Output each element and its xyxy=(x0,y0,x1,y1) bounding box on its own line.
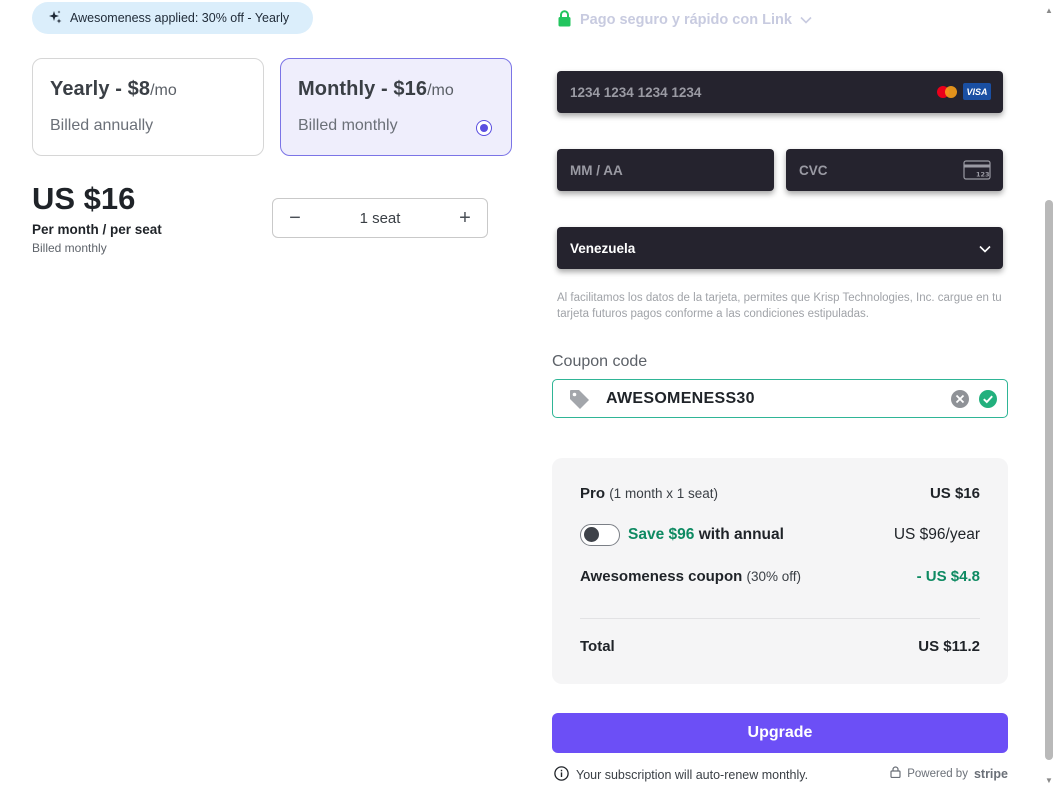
coupon-code-value: AWESOMENESS30 xyxy=(606,390,755,407)
price-amount: US $16 xyxy=(32,181,136,216)
stripe-logo: stripe xyxy=(973,766,1008,781)
pro-label: Pro xyxy=(580,485,606,502)
info-icon xyxy=(554,766,569,784)
summary-row-total: Total US $11.2 xyxy=(580,638,980,655)
country-select[interactable]: Venezuela xyxy=(557,227,1003,269)
total-price: US $11.2 xyxy=(918,638,980,655)
promo-text: Awesomeness applied: 30% off - Yearly xyxy=(70,11,290,25)
coupon-label: Coupon code xyxy=(552,353,648,370)
country-value: Venezuela xyxy=(570,240,636,256)
auto-renew-note: Your subscription will auto-renew monthl… xyxy=(554,766,808,784)
clear-icon[interactable] xyxy=(951,390,969,413)
coupon-input[interactable]: AWESOMENESS30 xyxy=(552,379,1008,418)
upgrade-button[interactable]: Upgrade xyxy=(552,713,1008,753)
total-label: Total xyxy=(580,638,615,655)
save-text: with annual xyxy=(698,526,784,543)
coupon-line-label: Awesomeness coupon xyxy=(580,568,743,585)
mastercard-icon xyxy=(937,85,957,98)
visa-icon: VISA xyxy=(963,83,991,100)
plan-title: Yearly - $8 xyxy=(50,78,151,100)
promo-banner: Awesomeness applied: 30% off - Yearly xyxy=(32,2,313,34)
save-highlight: Save $96 xyxy=(628,526,695,543)
annual-toggle[interactable] xyxy=(580,524,620,546)
lock-icon xyxy=(890,766,901,781)
seat-increment-button[interactable]: + xyxy=(455,208,475,228)
summary-divider xyxy=(580,618,980,619)
price-per-seat: Per month / per seat xyxy=(32,222,162,237)
scroll-up-icon[interactable]: ▲ xyxy=(1045,6,1053,15)
plan-title: Monthly - $16 xyxy=(298,78,428,100)
plan-card-yearly[interactable]: Yearly - $8/mo Billed annually xyxy=(32,58,264,156)
plan-subtitle: Billed monthly xyxy=(298,117,398,134)
order-summary: Pro (1 month x 1 seat) US $16 Save $96 w… xyxy=(552,458,1008,684)
auto-renew-text: Your subscription will auto-renew monthl… xyxy=(576,768,809,782)
expiry-placeholder: MM / AA xyxy=(570,162,623,178)
sparkle-icon xyxy=(48,10,62,27)
pro-price: US $16 xyxy=(929,485,980,502)
price-billed-note: Billed monthly xyxy=(32,241,107,255)
seat-stepper: − 1 seat + xyxy=(272,198,488,238)
coupon-discount: - US $4.8 xyxy=(916,568,980,585)
scroll-down-icon[interactable]: ▼ xyxy=(1045,776,1053,785)
cvc-placeholder: CVC xyxy=(799,162,828,178)
card-authorization-notice: Al facilitamos los datos de la tarjeta, … xyxy=(557,292,1002,320)
plan-card-monthly[interactable]: Monthly - $16/mo Billed monthly xyxy=(280,58,512,156)
plan-unit: /mo xyxy=(427,82,454,99)
seat-decrement-button[interactable]: − xyxy=(285,208,305,228)
plan-subtitle: Billed annually xyxy=(50,117,154,134)
cvc-icon-digits: 123 xyxy=(976,171,990,179)
pro-detail: (1 month x 1 seat) xyxy=(609,486,718,501)
chevron-down-icon xyxy=(979,241,991,256)
plan-unit: /mo xyxy=(150,82,177,99)
summary-row-pro: Pro (1 month x 1 seat) US $16 xyxy=(580,485,980,502)
card-number-placeholder: 1234 1234 1234 1234 xyxy=(570,84,702,100)
lock-icon xyxy=(557,9,572,31)
summary-row-coupon: Awesomeness coupon (30% off) - US $4.8 xyxy=(580,568,980,585)
save-price: US $96/year xyxy=(893,526,980,543)
seat-count: 1 seat xyxy=(359,209,401,227)
summary-row-save: Save $96 with annual US $96/year xyxy=(580,524,980,546)
cvc-card-icon: 123 xyxy=(963,160,991,183)
tag-icon xyxy=(569,389,591,414)
card-expiry-input[interactable]: MM / AA xyxy=(557,149,774,191)
card-number-input[interactable]: 1234 1234 1234 1234 VISA xyxy=(557,71,1003,113)
link-pay-text: Pago seguro y rápido con Link xyxy=(580,12,792,28)
check-circle-icon xyxy=(979,390,997,413)
chevron-down-icon xyxy=(800,12,812,28)
plan-radio-selected[interactable] xyxy=(476,120,492,136)
powered-by-text: Powered by xyxy=(907,767,968,780)
powered-by-stripe[interactable]: Powered by stripe xyxy=(890,766,1008,781)
scrollbar-thumb[interactable] xyxy=(1045,200,1053,760)
page-scrollbar[interactable]: ▲ ▼ xyxy=(1042,0,1055,789)
card-cvc-input[interactable]: CVC 123 xyxy=(786,149,1003,191)
link-pay-toggle[interactable]: Pago seguro y rápido con Link xyxy=(557,9,812,31)
coupon-line-detail: (30% off) xyxy=(746,569,801,584)
